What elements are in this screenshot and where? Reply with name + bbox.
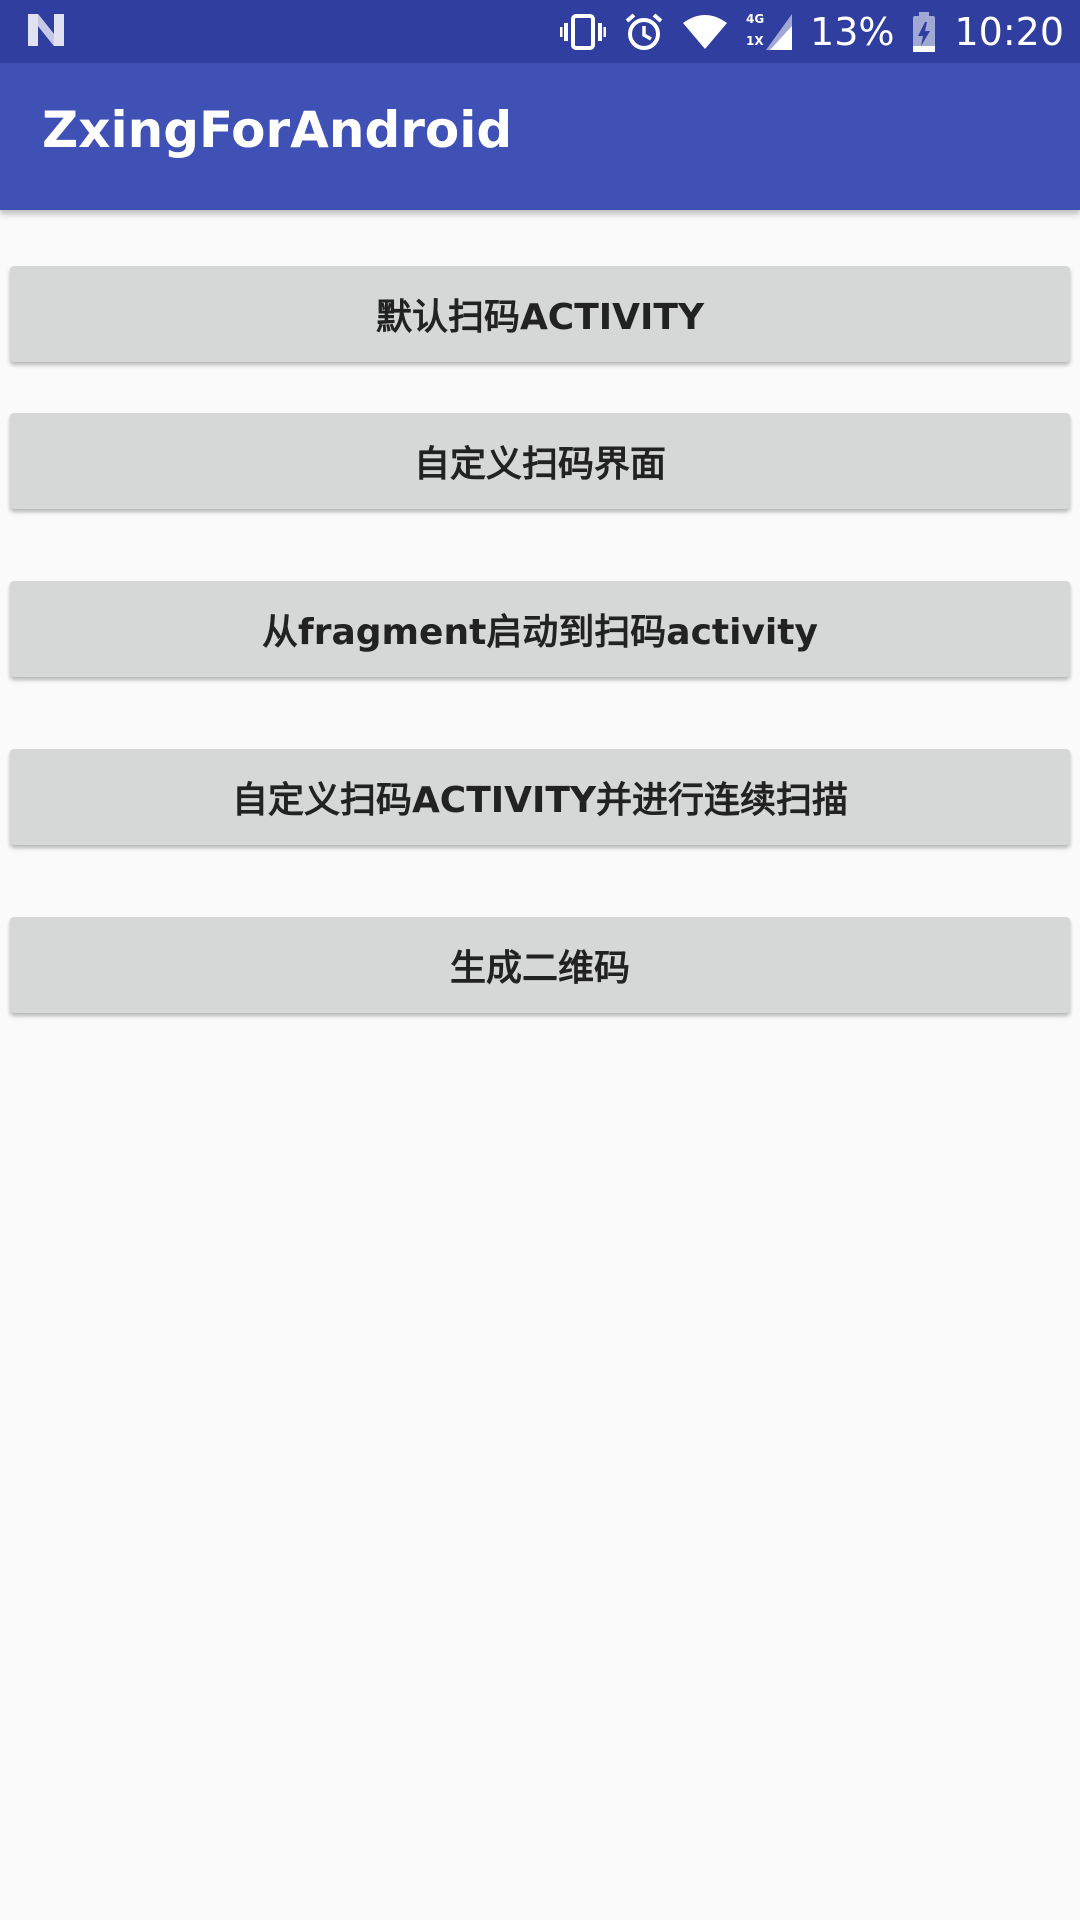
- fragment-to-scan-activity-button[interactable]: 从fragment启动到扫码activity: [10, 581, 1070, 677]
- battery-charging-icon: [912, 11, 936, 52]
- n-logo-icon: [26, 12, 66, 52]
- clock: 10:20: [954, 9, 1064, 54]
- app-bar: ZxingForAndroid: [0, 63, 1080, 210]
- generate-qr-code-button[interactable]: 生成二维码: [10, 917, 1070, 1013]
- status-bar: 4G 1X 13% 10:20: [0, 0, 1080, 63]
- network-label-bottom: 1X: [746, 33, 764, 48]
- wifi-icon: [682, 14, 728, 50]
- main-content: 默认扫码ACTIVITY 自定义扫码界面 从fragment启动到扫码activ…: [0, 210, 1080, 1920]
- signal-4g-icon: 4G 1X: [746, 11, 793, 52]
- custom-continuous-scan-button[interactable]: 自定义扫码ACTIVITY并进行连续扫描: [10, 749, 1070, 845]
- default-scan-activity-button[interactable]: 默认扫码ACTIVITY: [10, 266, 1070, 362]
- custom-scan-ui-button[interactable]: 自定义扫码界面: [10, 413, 1070, 509]
- app-title: ZxingForAndroid: [42, 101, 513, 159]
- battery-percent: 13%: [810, 9, 895, 54]
- vibrate-icon: [560, 13, 607, 50]
- alarm-icon: [624, 12, 664, 52]
- status-icons: 4G 1X 13% 10:20: [560, 0, 1064, 63]
- network-label-top: 4G: [746, 11, 765, 26]
